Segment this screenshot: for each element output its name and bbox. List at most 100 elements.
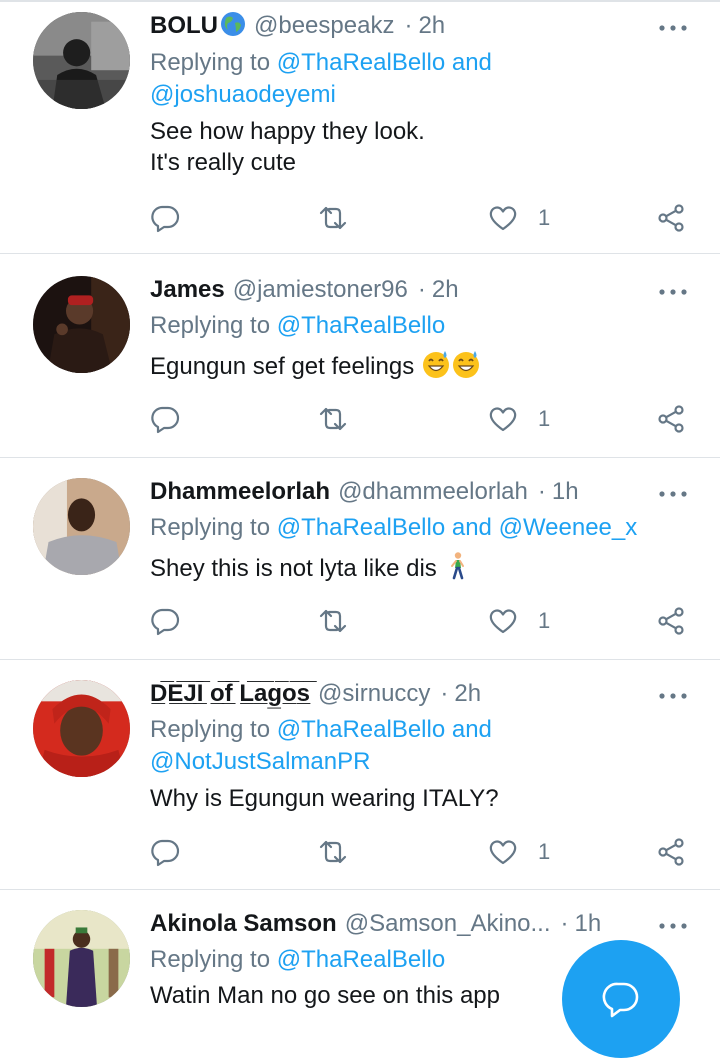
display-name[interactable]: BOLU [150,12,218,39]
globe-emoji-icon [220,11,246,37]
more-options-button[interactable] [656,18,690,38]
avatar[interactable] [33,478,130,575]
retweet-button[interactable] [318,401,348,437]
like-count: 1 [538,608,551,633]
tweet-text: Shey this is not lyta like dis [150,551,473,584]
reply-button[interactable] [150,603,180,639]
grinning-sweat-emoji-icon [421,349,451,379]
separator-dot: · [537,478,546,505]
like-button[interactable]: 1 [488,401,550,437]
replying-to-label: Replying to [150,946,277,973]
tweet-text: Watin Man no go see on this app [150,980,500,1011]
replying-to-label: Replying to [150,716,277,743]
mention-link[interactable]: @joshuaodeyemi [150,81,336,108]
timestamp[interactable]: 1h [575,910,602,937]
share-button[interactable] [656,834,686,870]
like-button[interactable]: 1 [488,200,550,236]
user-handle[interactable]: @dhammeelorlah [338,478,528,505]
reply-button[interactable] [150,401,180,437]
tweet-text-line: Shey this is not lyta like dis [150,555,437,582]
separator-dot: · [404,12,413,39]
tweet[interactable]: BOLU @beespeakz · 2h Replying to @ThaRealBe… [0,0,720,254]
retweet-icon [319,840,347,864]
mention-link[interactable]: @ThaRealBello and @Weenee_x [277,514,638,541]
like-count: 1 [538,406,551,431]
mention-link[interactable]: @ThaRealBello [277,312,445,339]
more-options-button[interactable] [656,686,690,706]
user-handle[interactable]: @jamiestoner96 [233,276,408,303]
retweet-icon [319,206,347,230]
retweet-button[interactable] [318,603,348,639]
heart-icon [489,609,517,634]
compose-reply-icon [602,982,639,1018]
heart-icon [489,407,517,432]
user-handle[interactable]: @sirnuccy [318,680,430,707]
share-button[interactable] [656,401,686,437]
tweet-text-line: See how happy they look. [150,118,425,145]
like-button[interactable]: 1 [488,603,550,639]
timestamp[interactable]: 2h [454,680,481,707]
tweet-actions: 1 [150,603,690,639]
tweet-header: Dhammeelorlah @dhammeelorlah · 1h [150,476,640,508]
compose-reply-button[interactable] [562,940,680,1058]
display-name[interactable]: D̲̅E̲̅J̲̅I̲̅ o̲̅f̲̅ L̲̅a̲̅g̲̅o̲̅s̲̅ [150,680,310,707]
more-options-button[interactable] [656,916,690,936]
heart-icon [489,840,517,865]
tweet-text: Why is Egungun wearing ITALY? [150,783,499,814]
reply-icon [151,608,180,636]
avatar[interactable] [33,276,130,373]
like-count: 1 [538,839,551,864]
reply-icon [151,406,180,434]
replying-to: Replying to @ThaRealBello [150,944,445,976]
avatar[interactable] [33,910,130,1007]
mention-link[interactable]: @ThaRealBello and [277,716,492,743]
tweet-header: Akinola Samson @Samson_Akino... · 1h [150,908,640,940]
more-options-button[interactable] [656,484,690,504]
separator-dot: · [440,680,449,707]
replying-to: Replying to @ThaRealBello and @NotJustSa… [150,714,492,778]
tweet[interactable]: D̲̅E̲̅J̲̅I̲̅ o̲̅f̲̅ L̲̅a̲̅g̲̅o̲̅s̲̅ @sirn… [0,660,720,890]
heart-icon [489,206,517,231]
tweet-header: D̲̅E̲̅J̲̅I̲̅ o̲̅f̲̅ L̲̅a̲̅g̲̅o̲̅s̲̅ @sirn… [150,678,640,710]
timestamp[interactable]: 1h [552,478,579,505]
more-icon [659,25,687,31]
share-button[interactable] [656,200,686,236]
user-handle[interactable]: @Samson_Akino... [345,910,551,937]
display-name[interactable]: James [150,276,225,303]
reply-button[interactable] [150,200,180,236]
avatar[interactable] [33,680,130,777]
share-icon [658,607,684,635]
tweet-actions: 1 [150,200,690,236]
mention-link[interactable]: @NotJustSalmanPR [150,748,370,775]
timestamp[interactable]: 2h [418,12,445,39]
tweet-actions: 1 [150,834,690,870]
tweet-text-line: Why is Egungun wearing ITALY? [150,785,499,812]
person-walking-emoji-icon [443,551,473,581]
replying-to: Replying to @ThaRealBello and @joshuaode… [150,47,492,111]
mention-link[interactable]: @ThaRealBello [277,946,445,973]
avatar[interactable] [33,12,130,109]
reply-button[interactable] [150,834,180,870]
user-handle[interactable]: @beespeakz [254,12,394,39]
retweet-icon [319,407,347,431]
share-button[interactable] [656,603,686,639]
mention-link[interactable]: @ThaRealBello and [277,49,492,76]
display-name[interactable]: Dhammeelorlah [150,478,330,505]
retweet-button[interactable] [318,200,348,236]
separator-dot: · [417,276,426,303]
replying-to-label: Replying to [150,312,277,339]
retweet-button[interactable] [318,834,348,870]
replying-to-label: Replying to [150,514,277,541]
tweet[interactable]: Dhammeelorlah @dhammeelorlah · 1h Replying … [0,458,720,660]
tweet-text: See how happy they look. It's really cut… [150,116,425,178]
timestamp[interactable]: 2h [432,276,459,303]
like-button[interactable]: 1 [488,834,550,870]
display-name[interactable]: Akinola Samson [150,910,337,937]
replying-to-label: Replying to [150,49,277,76]
replying-to: Replying to @ThaRealBello and @Weenee_x [150,512,637,544]
reply-icon [151,205,180,233]
more-icon [659,491,687,497]
tweet-header: James @jamiestoner96 · 2h [150,274,640,306]
tweet[interactable]: James @jamiestoner96 · 2h Replying to @ThaR… [0,254,720,458]
more-options-button[interactable] [656,282,690,302]
